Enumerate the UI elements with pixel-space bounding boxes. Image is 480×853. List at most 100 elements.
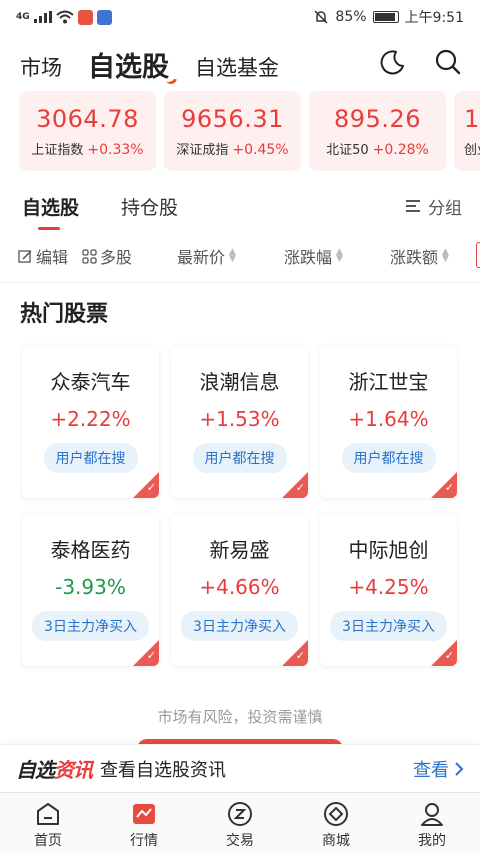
sort-arrows-icon: ▲ ▼ [442, 247, 449, 264]
divider [0, 282, 480, 283]
column-header: 编辑 多股 最新价 ▲ ▼ 涨跌幅 ▲ ▼ 涨跌额 ▲ ▼ [18, 240, 480, 272]
tab-watchlist-label: 自选股 [88, 52, 169, 83]
stock-change: +2.22% [50, 407, 131, 431]
active-subtab-underline [38, 226, 60, 230]
check-icon: ✓ [146, 481, 156, 494]
risk-notice: 市场有风险，投资需谨慎 [157, 708, 323, 726]
sort-change-amt[interactable]: 涨跌额 ▲ ▼ [390, 244, 449, 268]
view-news-label: 查看 [413, 759, 449, 781]
clock: 上午9:51 [404, 10, 464, 26]
stock-name: 浪潮信息 [199, 370, 280, 394]
group-list-icon [406, 199, 422, 213]
news-logo: 自选资讯 [16, 754, 93, 783]
stock-tag: 用户都在搜 [192, 443, 287, 473]
tab-watch-funds[interactable]: 自选基金 [195, 52, 279, 90]
column-more-edge[interactable] [476, 242, 480, 268]
stock-change: +4.66% [199, 575, 280, 599]
nav-mall[interactable]: 商城 [288, 793, 384, 853]
mall-icon [324, 802, 348, 826]
latest-price-label: 最新价 [177, 248, 226, 267]
edit-icon [18, 249, 32, 263]
multi-stock-button[interactable]: 多股 [82, 244, 132, 268]
nav-label: 行情 [130, 833, 158, 849]
index-value: 1 [464, 105, 480, 133]
hot-stocks-grid: 众泰汽车 +2.22% 用户都在搜 ✓ 浪潮信息 +1.53% 用户都在搜 ✓ … [22, 346, 457, 666]
sort-arrows-icon: ▲ ▼ [229, 247, 236, 264]
index-name: 上证指数 [31, 143, 84, 158]
hot-stock-card[interactable]: 浙江世宝 +1.64% 用户都在搜 ✓ [320, 346, 457, 498]
check-icon: ✓ [295, 481, 305, 494]
index-card-bz50[interactable]: 895.26 北证50 +0.28% [309, 91, 446, 171]
nav-home[interactable]: 首页 [0, 793, 96, 853]
battery-percent: 85% [335, 9, 367, 25]
nav-label: 我的 [418, 833, 446, 849]
grid-icon [82, 248, 97, 264]
stock-tag: 用户都在搜 [341, 443, 436, 473]
check-icon: ✓ [444, 481, 454, 494]
subtab-holdings[interactable]: 持仓股 [121, 193, 178, 220]
hot-stock-card[interactable]: 中际旭创 +4.25% 3日主力净买入 ✓ [320, 514, 457, 666]
stock-tag: 3日主力净买入 [181, 611, 298, 641]
index-name: 创业 [464, 143, 480, 158]
hot-stocks-title: 热门股票 [20, 302, 109, 327]
sort-latest-price[interactable]: 最新价 ▲ ▼ [177, 244, 236, 268]
hot-stock-card[interactable]: 新易盛 +4.66% 3日主力净买入 ✓ [171, 514, 308, 666]
nav-trade[interactable]: 交易 [192, 793, 288, 853]
edit-button[interactable]: 编辑 [18, 244, 68, 268]
wifi-icon [55, 10, 74, 24]
market-icon [133, 804, 155, 824]
index-name: 深证成指 [176, 143, 229, 158]
stock-tag: 用户都在搜 [43, 443, 138, 473]
bottom-navigation: 首页 行情 交易 商城 我的 [0, 792, 480, 853]
watchlist-news-bar[interactable]: 自选资讯 查看自选股资讯 查看 [0, 744, 480, 792]
group-label: 分组 [428, 198, 462, 219]
stock-tag: 3日主力净买入 [32, 611, 149, 641]
signal-indicator: 4G [16, 12, 30, 22]
sort-change-pct[interactable]: 涨跌幅 ▲ ▼ [284, 244, 343, 268]
night-mode-moon-icon[interactable] [378, 48, 406, 76]
index-card-chinext[interactable]: 1 创业 [454, 91, 480, 171]
index-change: +0.45% [232, 142, 289, 158]
index-value: 9656.31 [181, 105, 284, 133]
cellular-signal-icon [33, 11, 52, 23]
index-card-shenzhen[interactable]: 9656.31 深证成指 +0.45% [164, 91, 301, 171]
nav-label: 交易 [226, 833, 254, 849]
tab-watchlist[interactable]: 自选股 [88, 45, 180, 90]
index-change: +0.28% [372, 142, 429, 158]
multi-stock-label: 多股 [100, 248, 133, 267]
stock-change: +4.25% [348, 575, 429, 599]
trade-icon [228, 802, 252, 826]
nav-label: 首页 [34, 833, 62, 849]
watchlist-subtabs: 自选股 持仓股 分组 [22, 184, 462, 230]
subtab-watchlist[interactable]: 自选股 [22, 193, 79, 230]
index-card-shanghai[interactable]: 3064.78 上证指数 +0.33% [19, 91, 156, 171]
index-value: 3064.78 [36, 105, 139, 133]
check-icon: ✓ [444, 649, 454, 662]
stock-name: 泰格医药 [50, 538, 131, 562]
app-notification-icon [77, 9, 93, 25]
stock-tag: 3日主力净买入 [330, 611, 447, 641]
chevron-right-icon [455, 761, 464, 776]
group-button[interactable]: 分组 [406, 194, 462, 219]
check-icon: ✓ [146, 649, 156, 662]
stock-name: 浙江世宝 [348, 370, 429, 394]
nav-profile[interactable]: 我的 [384, 793, 480, 853]
hot-stock-card[interactable]: 泰格医药 -3.93% 3日主力净买入 ✓ [22, 514, 159, 666]
shield-notification-icon [96, 9, 112, 25]
hot-stock-card[interactable]: 浪潮信息 +1.53% 用户都在搜 ✓ [171, 346, 308, 498]
nav-label: 商城 [322, 833, 350, 849]
change-amt-label: 涨跌额 [390, 248, 439, 267]
index-cards: 3064.78 上证指数 +0.33% 9656.31 深证成指 +0.45% 89… [19, 91, 480, 171]
profile-icon [421, 803, 443, 826]
index-value: 895.26 [334, 105, 421, 133]
search-icon[interactable] [434, 48, 462, 76]
edit-label: 编辑 [36, 248, 69, 267]
view-news-link[interactable]: 查看 [413, 756, 464, 782]
hot-stock-card[interactable]: 众泰汽车 +2.22% 用户都在搜 ✓ [22, 346, 159, 498]
change-pct-label: 涨跌幅 [284, 248, 333, 267]
nav-market[interactable]: 行情 [96, 793, 192, 853]
tab-market[interactable]: 市场 [20, 52, 62, 90]
sort-arrows-icon: ▲ ▼ [336, 247, 343, 264]
home-icon [37, 803, 59, 825]
index-change: +0.33% [87, 142, 144, 158]
